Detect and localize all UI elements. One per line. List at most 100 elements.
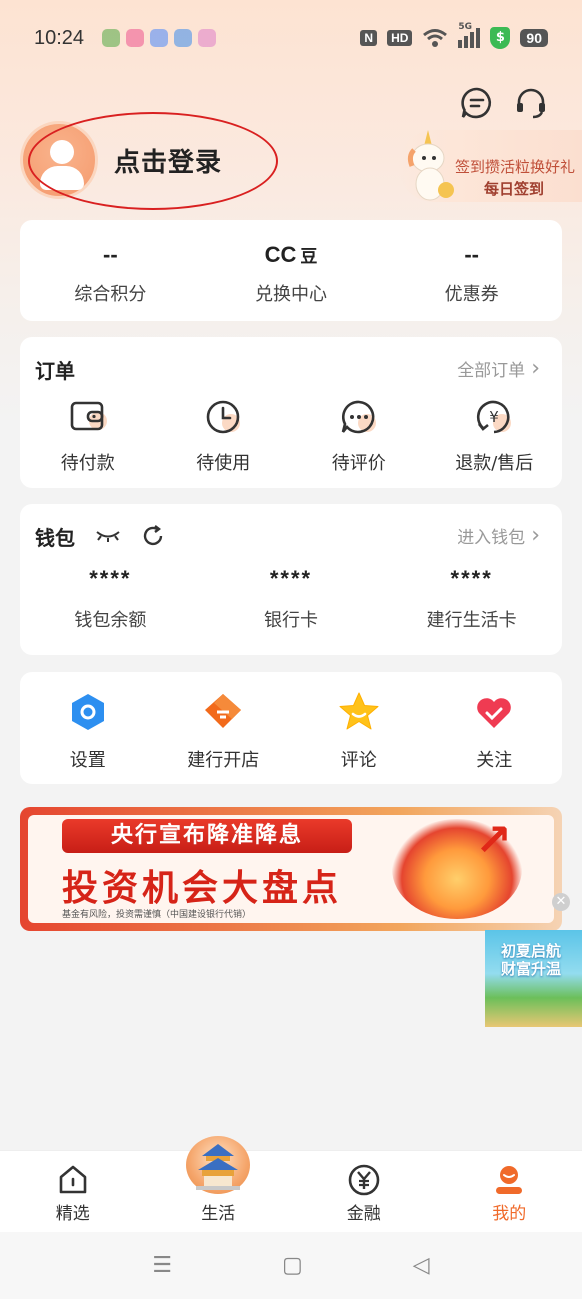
enter-wallet-label: 进入钱包 (457, 528, 526, 548)
tab-featured[interactable]: 精选 (0, 1151, 146, 1232)
unicorn-mascot-icon (407, 130, 454, 201)
recent-apps-icon[interactable]: ☰ (152, 1253, 172, 1278)
wifi-icon (423, 29, 448, 47)
home-button-icon[interactable]: ▢ (282, 1253, 303, 1278)
eye-closed-icon[interactable] (95, 527, 121, 545)
up-arrow-icon: ↗ (475, 815, 512, 866)
clock-icon (203, 397, 243, 437)
wallet-card: 钱包 进入钱包 › **** 钱包余额 **** 银行卡 **** 建行生活卡 (20, 504, 562, 655)
coupons-label: 优惠券 (444, 284, 499, 305)
security-shield-icon: $ (490, 27, 511, 49)
life-card[interactable]: **** 建行生活卡 (381, 566, 562, 632)
wallet-balance-value: **** (89, 566, 132, 591)
tool-open-shop[interactable]: 建行开店 (156, 690, 292, 772)
annotation-ellipse (28, 112, 278, 210)
app-notification-icon (102, 29, 121, 47)
wallet-icon (68, 397, 108, 437)
order-refund[interactable]: ¥ 退款/售后 (427, 397, 563, 475)
status-time: 10:24 (34, 26, 85, 49)
profile-icon (492, 1163, 526, 1197)
chevron-right-icon: › (531, 355, 540, 381)
wallet-title: 钱包 (35, 526, 75, 550)
app-notification-icon (174, 29, 193, 47)
daily-signin-button[interactable]: 每日签到 (484, 178, 544, 199)
tab-label: 金融 (346, 1204, 381, 1224)
app-notification-icon (198, 29, 217, 47)
refund-icon: ¥ (474, 397, 514, 437)
signal-icon: 5G (458, 22, 481, 48)
back-icon[interactable]: ◁ (413, 1253, 430, 1278)
banner-risk-note: 基金有风险，投资需谨慎（中国建设银行代销） (62, 910, 252, 920)
order-pending-payment[interactable]: 待付款 (20, 397, 156, 475)
tool-label: 关注 (476, 750, 513, 771)
life-card-label: 建行生活卡 (426, 610, 517, 631)
chat-dots-icon (339, 397, 379, 437)
tool-label: 设置 (69, 750, 106, 771)
floating-ad[interactable]: 初夏启航 财富升温 (485, 930, 582, 1027)
all-orders-link[interactable]: 全部订单 › (457, 356, 540, 381)
status-bar: 10:24 N HD 5G $ 90 (0, 0, 582, 76)
bank-cards-value: **** (269, 566, 313, 591)
order-pending-use[interactable]: 待使用 (156, 397, 292, 475)
system-nav-bar: ☰ ▢ ◁ (0, 1232, 582, 1299)
points-value: -- (103, 242, 118, 267)
tab-mine[interactable]: 我的 (437, 1151, 582, 1232)
bank-cards-label: 银行卡 (264, 610, 318, 631)
points-card: -- 综合积分 CC 豆 兑换中心 -- 优惠券 (20, 220, 562, 321)
life-card-value: **** (450, 566, 493, 591)
tool-settings[interactable]: 设置 (20, 690, 156, 772)
network-type: 5G (458, 22, 473, 32)
hd-icon: HD (387, 30, 413, 46)
wallet-balance[interactable]: **** 钱包余额 (20, 566, 201, 632)
tool-reviews[interactable]: 评论 (291, 690, 427, 772)
star-icon (337, 690, 381, 734)
stat-exchange-center[interactable]: CC 豆 兑换中心 (201, 220, 382, 321)
beans-value: CC (264, 242, 297, 267)
banner-close-icon[interactable]: ✕ (552, 893, 570, 911)
heart-icon (472, 690, 516, 734)
beans-unit: 豆 (300, 247, 318, 266)
tab-label: 精选 (55, 1204, 90, 1224)
svg-text:¥: ¥ (489, 408, 499, 426)
home-icon (56, 1163, 90, 1197)
chevron-right-icon: › (531, 522, 540, 548)
order-item-label: 待使用 (196, 453, 251, 474)
bottom-tab-bar: 精选 生活 金融 我的 (0, 1150, 582, 1232)
enter-wallet-link[interactable]: 进入钱包 › (457, 523, 540, 548)
signin-promo-text[interactable]: 签到攒活粒换好礼 (455, 156, 575, 177)
exchange-center-label: 兑换中心 (255, 284, 327, 305)
nfc-icon: N (360, 30, 378, 46)
all-orders-label: 全部订单 (457, 361, 526, 381)
temple-icon[interactable] (186, 1136, 250, 1194)
order-item-label: 退款/售后 (455, 453, 534, 474)
status-notification-icons (102, 29, 217, 47)
points-label: 综合积分 (74, 284, 147, 305)
bank-cards[interactable]: **** 银行卡 (201, 566, 382, 632)
banner-title: 投资机会大盘点 (62, 868, 343, 909)
banner-headline: 央行宣布降准降息 (62, 819, 352, 853)
yen-icon (347, 1163, 381, 1197)
tab-label: 生活 (201, 1204, 236, 1224)
tool-follow[interactable]: 关注 (427, 690, 563, 772)
order-item-label: 待评价 (331, 453, 386, 474)
stat-coupons[interactable]: -- 优惠券 (381, 220, 562, 321)
floating-ad-text: 初夏启航 财富升温 (501, 942, 562, 978)
tab-finance[interactable]: 金融 (291, 1151, 437, 1232)
shop-icon (201, 690, 245, 734)
order-item-label: 待付款 (60, 453, 115, 474)
tool-label: 建行开店 (187, 750, 260, 771)
message-icon[interactable] (460, 86, 494, 120)
tools-card: 设置 建行开店 评论 关注 (20, 672, 562, 784)
promo-banner[interactable]: 央行宣布降准降息 投资机会大盘点 基金有风险，投资需谨慎（中国建设银行代销） ↗ (20, 807, 562, 931)
orders-title: 订单 (35, 359, 75, 383)
coupons-value: -- (464, 242, 479, 267)
stat-points[interactable]: -- 综合积分 (20, 220, 201, 321)
app-notification-icon (150, 29, 169, 47)
tool-label: 评论 (340, 750, 377, 771)
battery-icon: 90 (520, 29, 548, 47)
app-notification-icon (126, 29, 145, 47)
tab-label: 我的 (492, 1204, 527, 1224)
order-pending-review[interactable]: 待评价 (291, 397, 427, 475)
refresh-icon[interactable] (141, 524, 165, 548)
headset-icon[interactable] (514, 86, 548, 120)
